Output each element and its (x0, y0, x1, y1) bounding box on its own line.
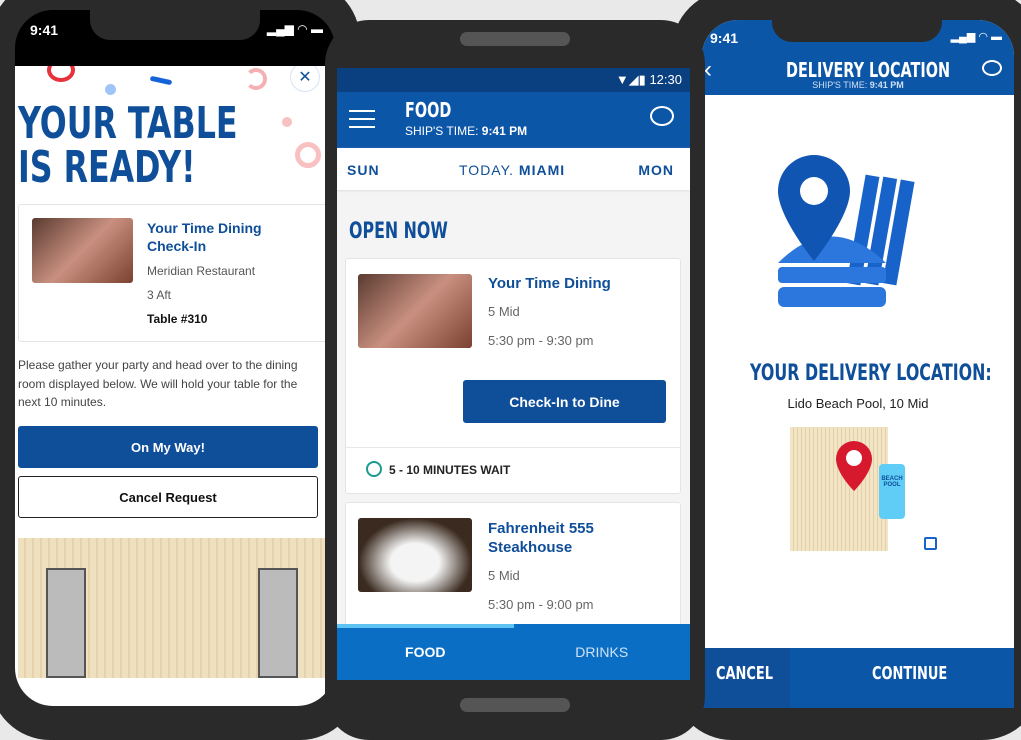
signal-icon: ▼◢▮ (615, 72, 650, 87)
food-screen: ▼◢▮ 12:30 FOOD SHIP'S TIME: 9:41 PM SUN … (337, 68, 690, 680)
ships-time-value: 9:41 PM (481, 124, 528, 138)
restaurant-name: Meridian Restaurant (147, 264, 256, 278)
status-bar: ▼◢▮ 12:30 (337, 68, 690, 92)
location-heading: YOUR DELIVERY LOCATION: (750, 360, 1014, 386)
tab-food[interactable]: FOOD (337, 624, 514, 680)
continue-button[interactable]: CONTINUE (790, 648, 1014, 708)
confetti (245, 68, 267, 90)
ships-time-value: 9:41 PM (869, 80, 904, 90)
checkin-card: Your Time Dining Check-In Meridian Restau… (18, 204, 328, 342)
phone-android-food: ▼◢▮ 12:30 FOOD SHIP'S TIME: 9:41 PM SUN … (325, 20, 705, 740)
edit-icon[interactable] (924, 537, 937, 550)
status-time: 9:41 (710, 30, 739, 46)
deck: 3 Aft (147, 288, 172, 302)
title-line: YOUR TABLE (18, 98, 238, 149)
status-time: 12:30 (649, 72, 682, 87)
confetti (149, 75, 173, 86)
tab-drinks[interactable]: DRINKS (514, 624, 691, 680)
page-title: YOUR TABLE IS READY! (18, 102, 323, 190)
confetti (47, 66, 75, 82)
map-pin-icon (836, 441, 872, 491)
table-ready-screen: ✕ YOUR TABLE IS READY! Your Time Dining C… (15, 66, 335, 706)
venue-deck: 5 Mid (488, 568, 520, 583)
today-label: TODAY. MIAMI (459, 162, 565, 178)
clock-icon (366, 461, 382, 477)
ships-time: SHIP'S TIME: 9:41 PM (405, 124, 527, 138)
next-day-button[interactable]: MON (638, 162, 674, 178)
speaker (460, 32, 570, 46)
port-name: MIAMI (518, 162, 566, 178)
signal-wifi-battery-icon: ▂▄▆ ◠ ▬ (266, 22, 323, 36)
title-line: IS READY! (18, 142, 196, 193)
pool-label: BEACH POOL (879, 464, 905, 519)
chat-icon[interactable] (650, 106, 674, 126)
venue-name-line: Fahrenheit 555 (488, 520, 594, 537)
check-in-to-dine-button[interactable]: Check-In to Dine (463, 380, 666, 423)
confetti (105, 84, 116, 95)
signal-wifi-battery-icon: ▂▄▆ ◠ ▬ (950, 31, 1002, 43)
phone-ios-table-ready: 9:41 ▂▄▆ ◠ ▬ ✕ YOUR TABLE IS READY! Your… (0, 0, 360, 740)
menu-button[interactable] (349, 110, 375, 128)
close-button[interactable]: ✕ (290, 66, 320, 92)
venue-name: Fahrenheit 555 Steakhouse (488, 519, 594, 557)
home-bar (460, 698, 570, 712)
venue-card[interactable]: Your Time Dining 5 Mid 5:30 pm - 9:30 pm… (345, 258, 681, 494)
venue-photo (358, 518, 472, 592)
cancel-label: CANCEL (716, 663, 774, 684)
food-delivery-icon (778, 155, 915, 307)
ships-time: SHIP'S TIME: 9:41 PM (702, 80, 1014, 90)
close-icon: ✕ (298, 69, 312, 86)
continue-label: CONTINUE (872, 663, 948, 684)
venue-card[interactable]: Fahrenheit 555 Steakhouse 5 Mid 5:30 pm -… (345, 502, 681, 642)
prev-day-button[interactable]: SUN (347, 162, 380, 178)
section-title-text: OPEN NOW (349, 219, 448, 244)
ships-time-label: SHIP'S TIME: (405, 124, 479, 138)
venue-hours: 5:30 pm - 9:30 pm (488, 333, 594, 348)
app-header: FOOD SHIP'S TIME: 9:41 PM (337, 92, 690, 148)
phone-ios-delivery-location: 9:41 ▂▄▆ ◠ ▬ ‹ DELIVERY LOCATION SHIP'S … (672, 0, 1021, 740)
title-text: DELIVERY LOCATION (786, 58, 951, 82)
on-my-way-button[interactable]: On My Way! (18, 426, 318, 468)
deck-map: BEACH POOL (790, 427, 905, 551)
cancel-request-button[interactable]: Cancel Request (18, 476, 318, 518)
venue-name: Your Time Dining (488, 275, 611, 292)
card-title-line: Your Time Dining (147, 220, 262, 236)
day-nav: SUN TODAY. MIAMI MON (337, 148, 690, 190)
cancel-button[interactable]: CANCEL (702, 648, 790, 708)
card-title-line: Check-In (147, 238, 207, 254)
delivery-location-text: Lido Beach Pool, 10 Mid (787, 396, 929, 411)
today-text: TODAY. (459, 162, 515, 178)
status-time: 9:41 (30, 22, 59, 38)
instructions-text: Please gather your party and head over t… (18, 358, 298, 409)
ships-time-label: SHIP'S TIME: (812, 80, 868, 90)
dining-photo (32, 218, 133, 283)
venue-hours: 5:30 pm - 9:00 pm (488, 597, 594, 612)
location-heading-text: YOUR DELIVERY LOCATION: (750, 361, 992, 386)
header-title: FOOD (405, 98, 469, 123)
section-title: OPEN NOW (349, 218, 486, 244)
delivery-screen: 9:41 ▂▄▆ ◠ ▬ ‹ DELIVERY LOCATION SHIP'S … (702, 20, 1014, 708)
chat-icon[interactable] (982, 60, 1002, 76)
venue-name-line: Steakhouse (488, 539, 573, 556)
title-text: FOOD (405, 98, 452, 122)
venue-photo (358, 274, 472, 348)
table-number: Table #310 (147, 312, 208, 326)
bottom-tabs: FOOD DRINKS (337, 624, 690, 680)
wait-time: 5 - 10 MINUTES WAIT (389, 463, 511, 477)
venue-deck: 5 Mid (488, 304, 520, 319)
hamburger-icon (349, 118, 375, 120)
card-title: Your Time Dining Check-In (147, 219, 262, 255)
dining-room-map (18, 538, 328, 678)
